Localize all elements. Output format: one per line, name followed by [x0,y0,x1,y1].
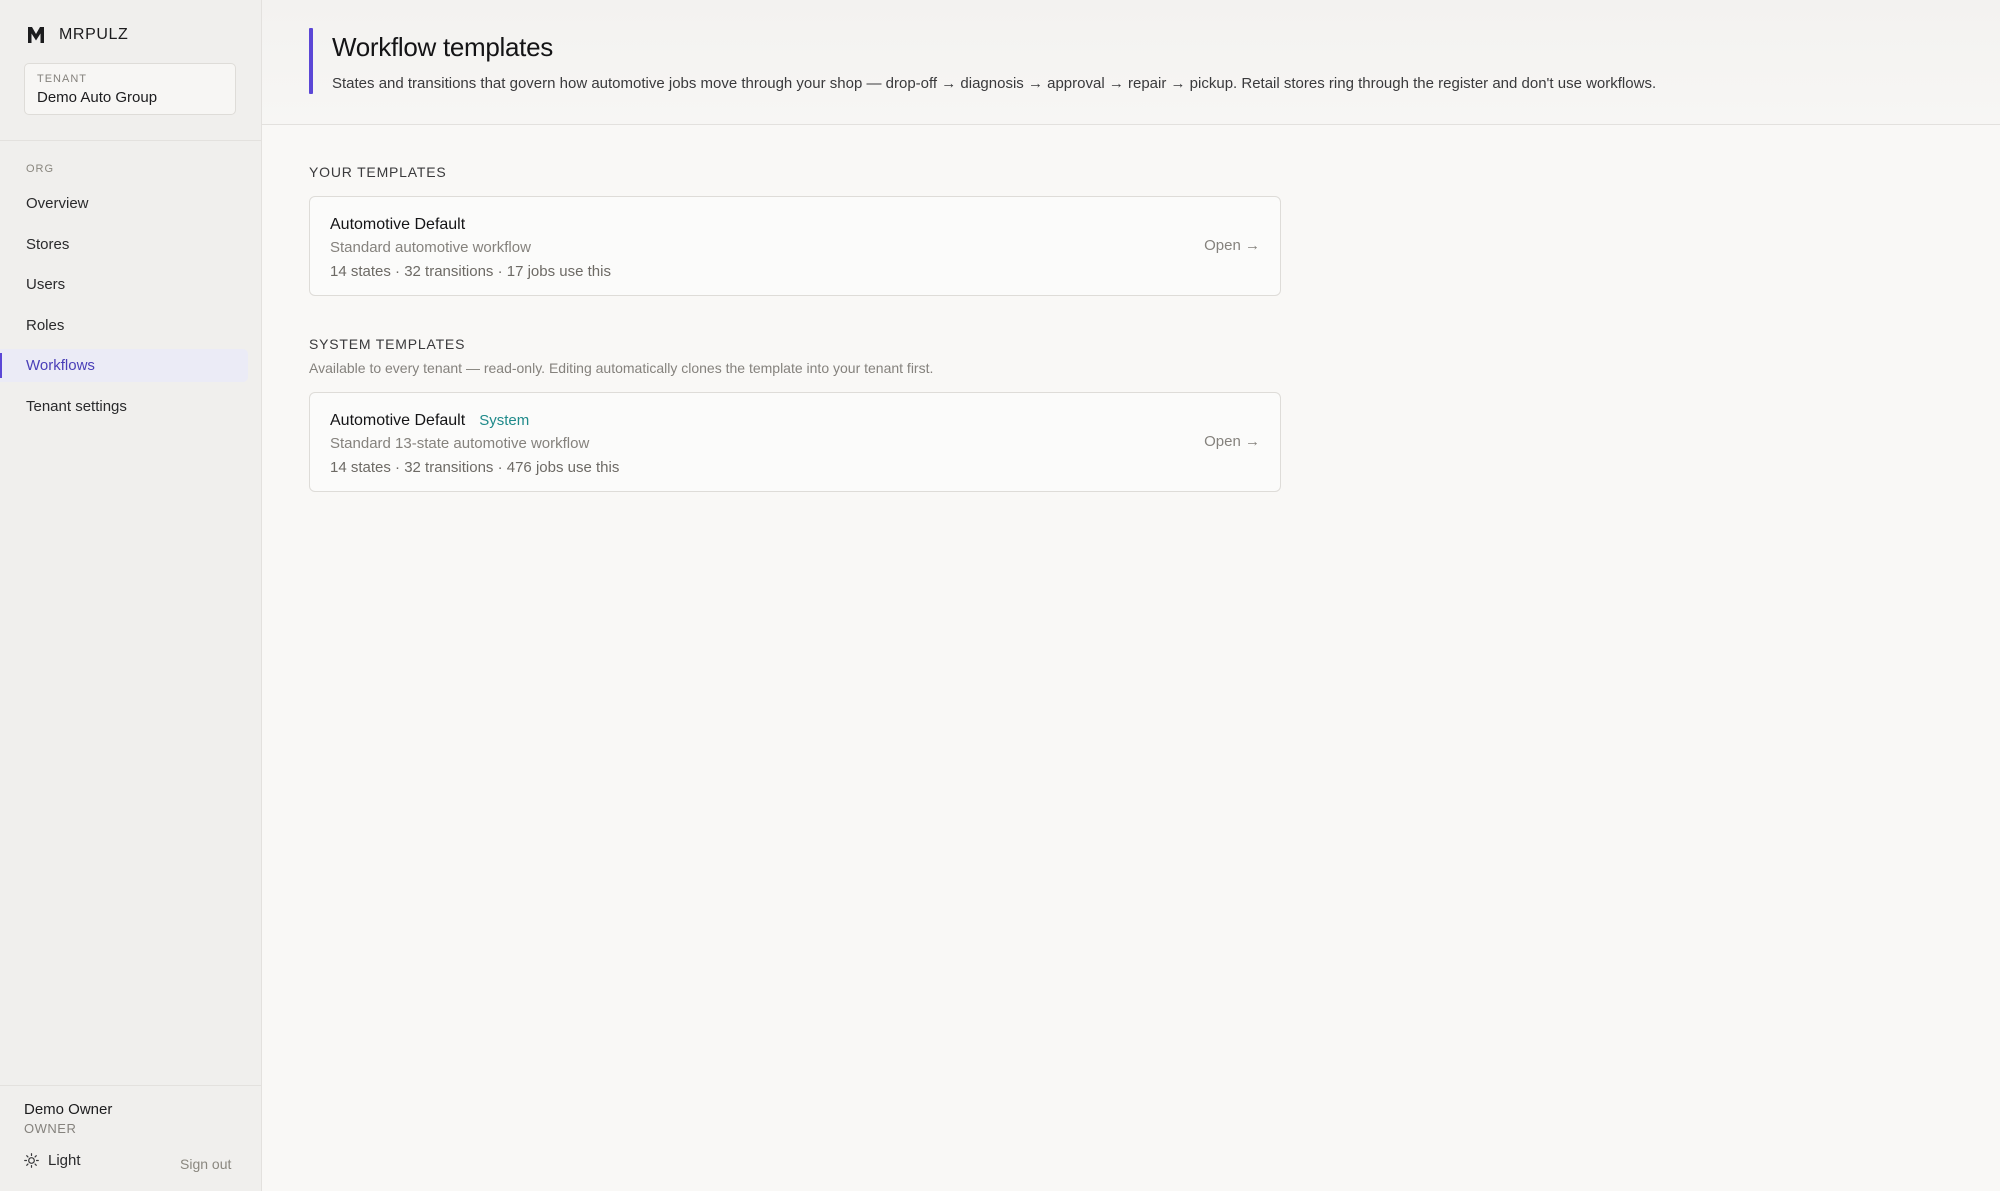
sign-out-button[interactable]: Sign out [180,1156,231,1172]
open-template-link[interactable]: Open → [1204,237,1260,254]
tenant-name: Demo Auto Group [37,89,158,106]
brand[interactable]: MRPULZ [26,25,128,45]
user-name: Demo Owner [24,1101,113,1118]
template-meta: 14 states · 32 transitions · 476 jobs us… [330,459,620,476]
system-badge: System [479,412,530,429]
system-templates-subtitle: Available to every tenant — read-only. E… [309,360,934,376]
template-name: Automotive Default [330,216,466,233]
tenant-label: TENANT [37,73,87,85]
open-template-link[interactable]: Open → [1204,433,1260,450]
template-description: Standard 13-state automotive workflow [330,435,590,452]
system-templates-heading: SYSTEM TEMPLATES [309,336,466,352]
template-meta: 14 states · 32 transitions · 17 jobs use… [330,263,611,280]
user-role: OWNER [24,1121,77,1136]
logo-icon [28,27,44,43]
nav-section-label: ORG [26,163,55,175]
sidebar-divider [0,140,262,141]
sidebar: MRPULZ TENANT Demo Auto Group ORG Overvi… [0,0,262,1191]
theme-toggle[interactable]: Light [24,1152,81,1169]
sidebar-item-tenant-settings[interactable]: Tenant settings [0,390,248,423]
sidebar-item-workflows[interactable]: Workflows [0,349,248,382]
sidebar-item-stores[interactable]: Stores [0,228,248,261]
your-templates-heading: YOUR TEMPLATES [309,164,447,180]
main-content: Workflow templates States and transition… [262,0,2000,1191]
page-title: Workflow templates [332,32,553,62]
sun-icon [24,1153,39,1168]
sidebar-nav: Overview Stores Users Roles Workflows Te… [0,187,262,430]
template-description: Standard automotive workflow [330,239,531,256]
template-name: Automotive Default [330,412,466,429]
page-description: States and transitions that govern how a… [332,75,1657,92]
sidebar-item-users[interactable]: Users [0,268,248,301]
template-card-automotive-default[interactable]: Automotive Default Standard automotive w… [309,196,1281,296]
sidebar-item-overview[interactable]: Overview [0,187,248,220]
template-name-row: Automotive Default System [330,412,529,430]
page-header: Workflow templates States and transition… [262,0,2000,125]
sidebar-item-roles[interactable]: Roles [0,309,248,342]
sidebar-bottom-divider [0,1085,262,1086]
tenant-switcher[interactable]: TENANT Demo Auto Group [24,63,236,115]
brand-name: MRPULZ [59,26,129,43]
theme-label: Light [48,1152,81,1169]
header-accent-bar [309,28,313,94]
system-template-card-automotive-default[interactable]: Automotive Default System Standard 13-sta… [309,392,1281,492]
